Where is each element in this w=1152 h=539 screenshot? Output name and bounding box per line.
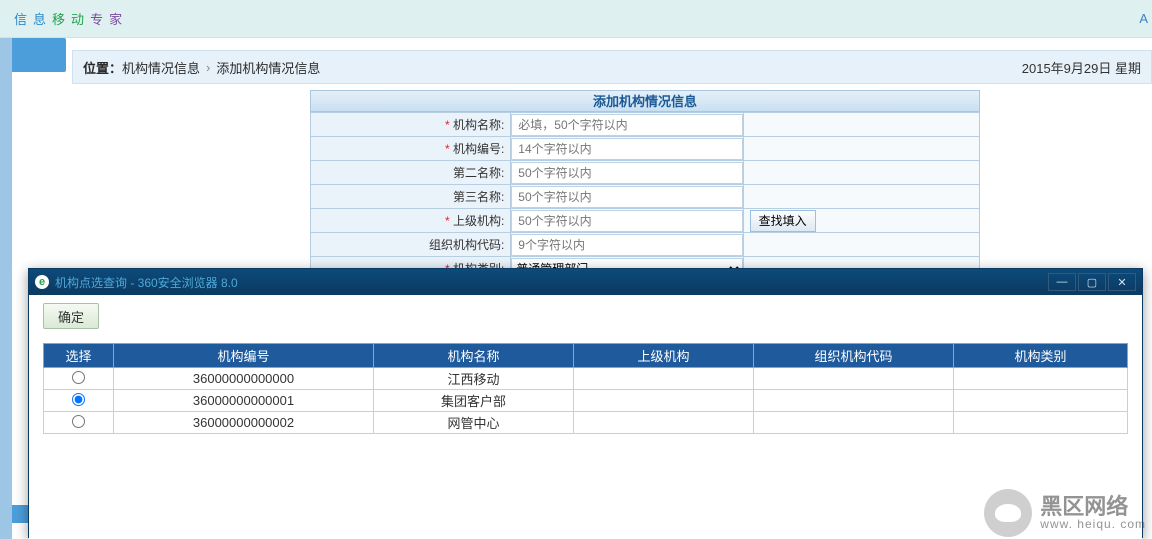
lookup-popup: e 机构点选查询 - 360安全浏览器 8.0 — ▢ ✕ 确定 选择 机构编号… bbox=[28, 268, 1143, 538]
row-radio[interactable] bbox=[72, 371, 85, 384]
field-label: 机构名称: bbox=[311, 113, 511, 137]
org-struct-code-input[interactable] bbox=[511, 234, 742, 256]
cell-parent bbox=[574, 412, 754, 434]
browser-favicon-icon: e bbox=[35, 275, 49, 289]
brand-char: 专 bbox=[90, 9, 109, 28]
cell-code bbox=[754, 390, 954, 412]
org-form: 机构名称: 机构编号: 第二名称: 第三名称: 上级机构: 查找填入 组织机构代… bbox=[310, 112, 980, 281]
cell-name: 江西移动 bbox=[374, 368, 574, 390]
cell-id: 36000000000002 bbox=[114, 412, 374, 434]
table-row[interactable]: 36000000000001 集团客户部 bbox=[44, 390, 1128, 412]
breadcrumb-date: 2015年9月29日 星期 bbox=[1022, 58, 1141, 77]
blank bbox=[743, 113, 979, 137]
watermark-url: www. heiqu. com bbox=[1040, 518, 1146, 530]
field-label: 第二名称: bbox=[311, 161, 511, 185]
blank bbox=[743, 185, 979, 209]
top-bar: 信 息 移 动 专 家 A bbox=[0, 0, 1152, 38]
table-header-row: 选择 机构编号 机构名称 上级机构 组织机构代码 机构类别 bbox=[44, 344, 1128, 368]
cell-type bbox=[954, 412, 1128, 434]
ok-button[interactable]: 确定 bbox=[43, 303, 99, 329]
cell-type bbox=[954, 368, 1128, 390]
close-button[interactable]: ✕ bbox=[1108, 273, 1136, 291]
left-tab-active[interactable] bbox=[12, 38, 66, 72]
field-label: 组织机构代码: bbox=[311, 233, 511, 257]
field-label: 第三名称: bbox=[311, 185, 511, 209]
blank bbox=[743, 233, 979, 257]
watermark-title: 黑区网络 bbox=[1040, 494, 1128, 519]
breadcrumb-label: 位置： bbox=[83, 58, 122, 77]
table-row[interactable]: 36000000000000 江西移动 bbox=[44, 368, 1128, 390]
col-id: 机构编号 bbox=[114, 344, 374, 368]
brand-char: 息 bbox=[33, 9, 52, 28]
col-select: 选择 bbox=[44, 344, 114, 368]
brand-char: 家 bbox=[109, 9, 128, 28]
row-radio[interactable] bbox=[72, 393, 85, 406]
breadcrumb-b: 添加机构情况信息 bbox=[216, 58, 320, 77]
admin-link[interactable]: A bbox=[1139, 11, 1148, 26]
cell-parent bbox=[574, 390, 754, 412]
cell-name: 网管中心 bbox=[374, 412, 574, 434]
brand-char: 移 bbox=[52, 9, 71, 28]
cell-id: 36000000000000 bbox=[114, 368, 374, 390]
lookup-button[interactable]: 查找填入 bbox=[750, 210, 816, 232]
second-name-input[interactable] bbox=[511, 162, 742, 184]
panel-title: 添加机构情况信息 bbox=[310, 90, 980, 112]
col-code: 组织机构代码 bbox=[754, 344, 954, 368]
cell-parent bbox=[574, 368, 754, 390]
popup-body: 确定 选择 机构编号 机构名称 上级机构 组织机构代码 机构类别 3600000… bbox=[29, 295, 1142, 539]
org-name-input[interactable] bbox=[511, 114, 742, 136]
blank bbox=[743, 161, 979, 185]
left-rail bbox=[0, 38, 12, 539]
watermark: 黑区网络 www. heiqu. com bbox=[984, 489, 1146, 537]
minimize-button[interactable]: — bbox=[1048, 273, 1076, 291]
cell-name: 集团客户部 bbox=[374, 390, 574, 412]
row-radio[interactable] bbox=[72, 415, 85, 428]
table-row[interactable]: 36000000000002 网管中心 bbox=[44, 412, 1128, 434]
col-name: 机构名称 bbox=[374, 344, 574, 368]
brand-char: 动 bbox=[71, 9, 90, 28]
blank bbox=[743, 137, 979, 161]
breadcrumb-sep: › bbox=[206, 60, 210, 75]
cell-code bbox=[754, 368, 954, 390]
breadcrumb: 位置： 机构情况信息 › 添加机构情况信息 2015年9月29日 星期 bbox=[72, 50, 1152, 84]
popup-titlebar[interactable]: e 机构点选查询 - 360安全浏览器 8.0 — ▢ ✕ bbox=[29, 269, 1142, 295]
brand-char: 信 bbox=[14, 9, 33, 28]
cell-id: 36000000000001 bbox=[114, 390, 374, 412]
cell-code bbox=[754, 412, 954, 434]
breadcrumb-a[interactable]: 机构情况信息 bbox=[122, 58, 200, 77]
org-code-input[interactable] bbox=[511, 138, 742, 160]
col-type: 机构类别 bbox=[954, 344, 1128, 368]
field-label: 上级机构: bbox=[311, 209, 511, 233]
org-lookup-table: 选择 机构编号 机构名称 上级机构 组织机构代码 机构类别 3600000000… bbox=[43, 343, 1128, 434]
mushroom-icon bbox=[984, 489, 1032, 537]
field-label: 机构编号: bbox=[311, 137, 511, 161]
maximize-button[interactable]: ▢ bbox=[1078, 273, 1106, 291]
popup-title-text: 机构点选查询 - 360安全浏览器 8.0 bbox=[55, 274, 238, 291]
col-parent: 上级机构 bbox=[574, 344, 754, 368]
parent-org-input[interactable] bbox=[511, 210, 742, 232]
cell-type bbox=[954, 390, 1128, 412]
third-name-input[interactable] bbox=[511, 186, 742, 208]
